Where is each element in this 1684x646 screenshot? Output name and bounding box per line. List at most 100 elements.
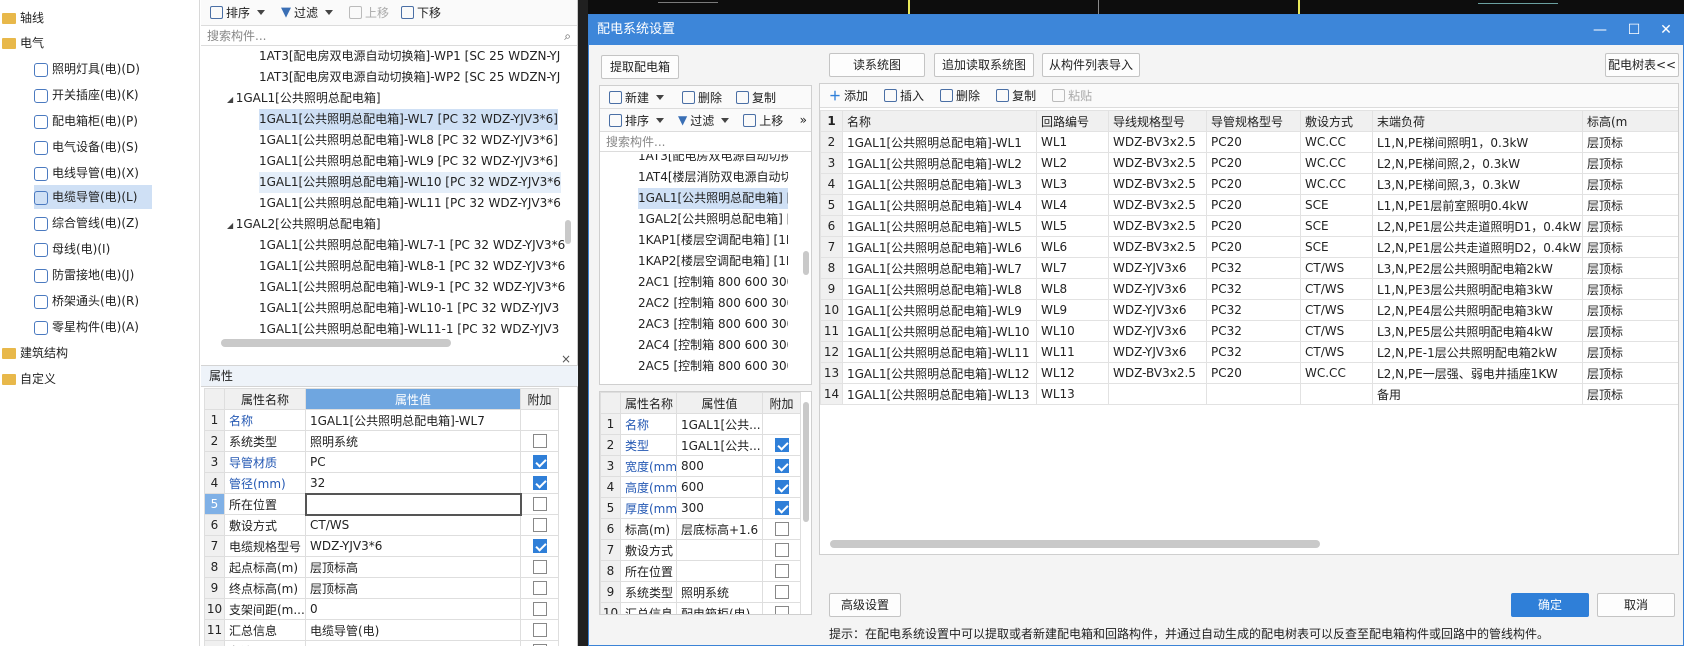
cell-loop[interactable]: WL4 <box>1036 194 1109 216</box>
cell-loop[interactable]: WL2 <box>1036 152 1109 174</box>
cell-lay[interactable]: CT/WS <box>1300 278 1373 300</box>
property-row[interactable]: 7 敷设方式 <box>600 539 801 561</box>
table-row[interactable]: 8 1GAL1[公共照明总配电箱]-WL7 WL7 WDZ-YJV3x6 PC32 CT/… <box>820 257 1678 279</box>
cell-load[interactable]: L1,N,PE梯间照明1，0.3kW <box>1372 131 1583 153</box>
cell-lay[interactable]: SCE <box>1300 236 1373 258</box>
extra-checkbox[interactable] <box>532 623 547 638</box>
col-pipe[interactable]: 导管规格型号 <box>1206 110 1301 132</box>
cell-wire[interactable]: WDZ-YJV3x6 <box>1108 299 1207 321</box>
component-item[interactable]: 1GAL1[公共照明总配电箱]-WL9-1 [PC 32 WDZ-YJV3*6 <box>259 277 565 298</box>
box-item[interactable]: 1AT4[楼层消防双电源自动切换 <box>638 167 788 188</box>
cell-pipe[interactable]: PC20 <box>1206 236 1301 258</box>
property-value[interactable]: 配电箱柜(电) <box>676 602 763 614</box>
add-row-button[interactable]: ＋添加 <box>826 85 871 107</box>
col-loop[interactable]: 回路编号 <box>1036 110 1109 132</box>
property-row[interactable]: 10 支架间距(m... 0 <box>204 598 559 620</box>
box-item[interactable]: 2AC2 [控制箱 800 600 300] <box>638 293 788 314</box>
component-item[interactable]: 1GAL1[公共照明总配电箱]-WL11 [PC 32 WDZ-YJV3*6 <box>259 193 561 214</box>
more-icon[interactable]: » <box>800 113 807 127</box>
cell-loop[interactable]: WL9 <box>1036 299 1109 321</box>
component-search-input[interactable]: 搜索构件... ⌕ <box>201 26 577 46</box>
cell-wire[interactable]: WDZ-BV3x2.5 <box>1108 362 1207 384</box>
cell-load[interactable]: L2,N,PE梯间照,2，0.3kW <box>1372 152 1583 174</box>
property-value[interactable]: 1GAL1[公共照明总配电箱]-WL7 <box>305 409 521 431</box>
property-row[interactable]: 4 管径(mm) 32 <box>204 472 559 494</box>
tree-item[interactable]: 电缆导管(电)(L) <box>34 185 152 209</box>
sort-button[interactable]: 排序 <box>207 2 272 24</box>
ok-button[interactable]: 确定 <box>1511 593 1589 617</box>
property-row[interactable]: 9 终点标高(m) 层顶标高 <box>204 577 559 599</box>
tree-item[interactable]: 母线(电)(I) <box>34 237 110 261</box>
cell-wire[interactable]: WDZ-BV3x2.5 <box>1108 152 1207 174</box>
vertical-scrollbar[interactable] <box>565 220 571 244</box>
property-row[interactable]: 3 宽度(mm) 800 <box>600 455 801 477</box>
cell-wire[interactable] <box>1108 383 1207 405</box>
paste-row-button[interactable]: 粘贴 <box>1049 85 1095 107</box>
tree-item[interactable]: 电线导管(电)(X) <box>34 161 139 185</box>
props-close-icon[interactable]: × <box>561 352 571 366</box>
property-value[interactable] <box>305 640 521 646</box>
cell-load[interactable]: L3,N,PE2层公共照明配电箱2kW <box>1372 257 1583 279</box>
property-value[interactable]: 0 <box>305 598 521 620</box>
extra-checkbox[interactable] <box>532 434 547 449</box>
component-item[interactable]: 1GAL1[公共照明总配电箱]-WL7 [PC 32 WDZ-YJV3*6] <box>259 109 558 130</box>
maximize-button[interactable]: ☐ <box>1617 15 1651 45</box>
tree-item[interactable]: 轴线 <box>2 6 44 30</box>
tree-item[interactable]: 零星构件(电)(A) <box>34 315 139 339</box>
property-row[interactable]: 6 标高(m) 层底标高+1.6 <box>600 518 801 540</box>
cell-elev[interactable]: 层顶标 <box>1582 215 1678 237</box>
cell-loop[interactable]: WL1 <box>1036 131 1109 153</box>
property-value[interactable]: 照明系统 <box>305 430 521 452</box>
delete-row-button[interactable]: 删除 <box>937 85 983 107</box>
cell-wire[interactable]: WDZ-YJV3x6 <box>1108 257 1207 279</box>
move-down-button[interactable]: 下移 <box>398 2 444 24</box>
tree-item[interactable]: 电气设备(电)(S) <box>34 135 138 159</box>
component-item[interactable]: 1GAL1[公共照明总配电箱]-WL7-1 [PC 32 WDZ-YJV3*6 <box>259 235 565 256</box>
tree-item[interactable]: 综合管线(电)(Z) <box>34 211 139 235</box>
cell-pipe[interactable]: PC32 <box>1206 320 1301 342</box>
col-elevation[interactable]: 标高(m <box>1582 110 1678 132</box>
tree-item[interactable]: 开关插座(电)(K) <box>34 83 139 107</box>
extra-checkbox[interactable] <box>532 581 547 596</box>
cell-elev[interactable]: 层顶标 <box>1582 236 1678 258</box>
cell-lay[interactable]: WC.CC <box>1300 152 1373 174</box>
extra-checkbox[interactable] <box>774 459 789 474</box>
filter-box-button[interactable]: ▼ 过滤 <box>675 109 736 131</box>
box-item[interactable]: 2AC5 [控制箱 800 600 300] <box>638 356 788 377</box>
tree-item[interactable]: 电气 <box>2 31 44 55</box>
tree-item[interactable]: 配电箱柜(电)(P) <box>34 109 138 133</box>
property-value[interactable]: 800 <box>676 455 763 477</box>
cell-load[interactable]: L2,N,PE4层公共照明配电箱3kW <box>1372 299 1583 321</box>
tree-item[interactable]: 建筑结构 <box>2 341 68 365</box>
cell-elev[interactable]: 层顶标 <box>1582 131 1678 153</box>
property-row[interactable]: 8 所在位置 <box>600 560 801 582</box>
box-item[interactable]: 1KAP1[楼层空调配电箱] [1KAF <box>638 230 788 251</box>
vertical-scrollbar[interactable] <box>803 251 809 275</box>
box-item[interactable]: 1GAL1[公共照明总配电箱] [1G <box>638 188 788 209</box>
cell-elev[interactable]: 层顶标 <box>1582 152 1678 174</box>
cell-loop[interactable]: WL8 <box>1036 278 1109 300</box>
cell-load[interactable]: L2,N,PE一层强、弱电井插座1KW <box>1372 362 1583 384</box>
property-value[interactable] <box>304 492 522 516</box>
expand-arrow-icon[interactable]: ◢ <box>227 221 236 230</box>
table-row[interactable]: 7 1GAL1[公共照明总配电箱]-WL6 WL6 WDZ-BV3x2.5 PC20 SC… <box>820 236 1678 258</box>
cell-wire[interactable]: WDZ-BV3x2.5 <box>1108 131 1207 153</box>
copy-row-button[interactable]: 复制 <box>993 85 1039 107</box>
cell-pipe[interactable] <box>1206 383 1301 405</box>
component-item[interactable]: 1AT3[配电房双电源自动切换箱]-WP2 [SC 25 WDZN-YJ <box>259 67 560 88</box>
cell-name[interactable]: 1GAL1[公共照明总配电箱]-WL5 <box>842 215 1037 237</box>
property-row[interactable]: 5 厚度(mm) 300 <box>600 497 801 519</box>
cell-name[interactable]: 1GAL1[公共照明总配电箱]-WL10 <box>842 320 1037 342</box>
cell-pipe[interactable]: PC32 <box>1206 278 1301 300</box>
table-row[interactable]: 11 1GAL1[公共照明总配电箱]-WL10 WL10 WDZ-YJV3x6 PC32… <box>820 320 1678 342</box>
property-row[interactable]: 12备注 <box>204 640 559 646</box>
cell-lay[interactable]: WC.CC <box>1300 173 1373 195</box>
property-value[interactable]: 电缆导管(电) <box>305 619 521 641</box>
col-name[interactable]: 名称 <box>842 110 1037 132</box>
table-row[interactable]: 3 1GAL1[公共照明总配电箱]-WL2 WL2 WDZ-BV3x2.5 PC20 WC… <box>820 152 1678 174</box>
cell-loop[interactable]: WL3 <box>1036 173 1109 195</box>
tree-item[interactable]: 照明灯具(电)(D) <box>34 57 140 81</box>
property-row[interactable]: 1 名称 1GAL1[公共... <box>600 413 801 435</box>
cell-name[interactable]: 1GAL1[公共照明总配电箱]-WL13 <box>842 383 1037 405</box>
extra-checkbox[interactable] <box>774 522 789 537</box>
